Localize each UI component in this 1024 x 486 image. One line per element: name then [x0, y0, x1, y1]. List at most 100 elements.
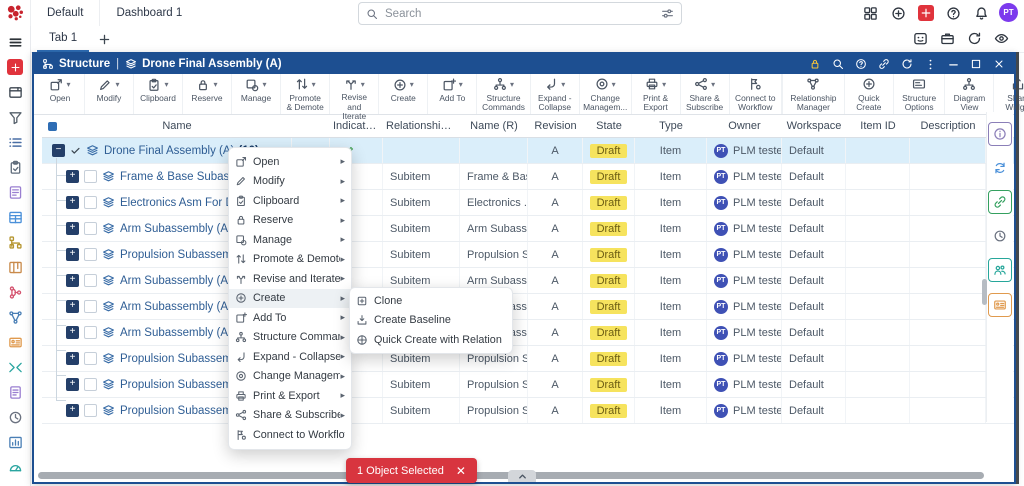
table-row[interactable]: +Propulsion Subassembly (A)(1SubitemProp…: [42, 372, 1014, 398]
context-menu-item-print-export[interactable]: Print & Export▸: [229, 386, 351, 406]
context-menu-item-clipboard[interactable]: Clipboard▸: [229, 191, 351, 211]
lock-icon[interactable]: [808, 57, 822, 71]
close-icon[interactable]: [992, 57, 1006, 71]
sync-panel-icon[interactable]: [989, 157, 1011, 179]
context-menu-item-manage[interactable]: Manage▸: [229, 230, 351, 250]
rail-revise-icon[interactable]: [4, 282, 26, 302]
briefcase-icon[interactable]: [939, 30, 956, 47]
toolbar-button-share-subscribe[interactable]: ▾Share & Subscribe: [681, 74, 730, 114]
toolbar-button-share-widget[interactable]: Share Widget: [993, 74, 1024, 114]
assistant-bot-icon[interactable]: [912, 30, 929, 47]
table-row[interactable]: +Arm Subassembly (A)(9)SubitemArm Subass…: [42, 320, 1014, 346]
table-row[interactable]: +Arm Subassembly (A)(9)SubitemArm Subass…: [42, 268, 1014, 294]
expand-toggle[interactable]: +: [66, 352, 79, 365]
filter-sliders-icon[interactable]: [661, 7, 674, 20]
toolbar-button-revise-and-iterate[interactable]: ▾Revise and Iterate: [330, 74, 379, 114]
submenu-item-quick-create-with-relation[interactable]: Quick Create with Relation: [350, 330, 512, 350]
context-menu-item-change-management[interactable]: Change Management▸: [229, 367, 351, 387]
expand-toggle[interactable]: +: [66, 326, 79, 339]
refresh-icon[interactable]: [966, 30, 983, 47]
row-checkbox[interactable]: [84, 170, 97, 183]
toolbar-button-open[interactable]: ▾Open: [36, 74, 85, 114]
expand-toggle[interactable]: +: [66, 196, 79, 209]
table-row[interactable]: +Propulsion Subassembly (A)(1SubitemProp…: [42, 242, 1014, 268]
rail-history-icon[interactable]: [4, 407, 26, 427]
more-options-icon[interactable]: [923, 57, 937, 71]
toolbar-button-clipboard[interactable]: ▾Clipboard: [134, 74, 183, 114]
toolbar-button-connect-to-workflow[interactable]: Connect to Workflow: [730, 74, 782, 114]
expand-toggle[interactable]: +: [66, 378, 79, 391]
context-menu-item-promote-demote[interactable]: Promote & Demote▸: [229, 250, 351, 270]
toolbar-button-promote-demote[interactable]: ▾Promote & Demote: [281, 74, 330, 114]
global-search[interactable]: [358, 2, 682, 25]
rail-nodes-icon[interactable]: [4, 307, 26, 327]
context-menu-item-modify[interactable]: Modify▸: [229, 172, 351, 192]
context-menu-item-share-subscribe[interactable]: Share & Subscribe▸: [229, 406, 351, 426]
table-row[interactable]: −Drone Final Assembly (A)(10)ADraftItemP…: [42, 138, 1014, 164]
row-checkbox[interactable]: [84, 326, 97, 339]
maximize-icon[interactable]: [969, 57, 983, 71]
copy-link-icon[interactable]: [877, 57, 891, 71]
window-search-icon[interactable]: [831, 57, 845, 71]
toolbar-button-expand-collapse[interactable]: ▾Expand - Collapse: [531, 74, 580, 114]
toolbar-button-create[interactable]: ▾Create: [379, 74, 428, 114]
links-panel-icon[interactable]: [988, 190, 1012, 214]
expand-toggle[interactable]: +: [66, 222, 79, 235]
notifications-icon[interactable]: [973, 5, 990, 22]
toolbar-button-structure-options[interactable]: Structure Options: [893, 74, 945, 114]
row-checkbox[interactable]: [84, 196, 97, 209]
row-checkbox[interactable]: [84, 300, 97, 313]
toolbar-button-reserve[interactable]: ▾Reserve: [183, 74, 232, 114]
rail-gauge-icon[interactable]: [4, 457, 26, 477]
nav-tab-dashboard-1[interactable]: Dashboard 1: [99, 0, 198, 26]
context-menu-item-revise-and-iterate[interactable]: Revise and Iterate▸: [229, 269, 351, 289]
expand-toggle[interactable]: +: [66, 170, 79, 183]
rail-chart-icon[interactable]: [4, 432, 26, 452]
rail-table-icon[interactable]: [4, 207, 26, 227]
toolbar-button-relationship-manager[interactable]: Relationship Manager: [782, 74, 844, 114]
rail-clipboard-icon[interactable]: [4, 157, 26, 177]
user-avatar[interactable]: PT: [999, 3, 1018, 22]
context-menu-item-add-to[interactable]: Add To▸: [229, 308, 351, 328]
toolbar-button-print-export[interactable]: ▾Print & Export: [632, 74, 681, 114]
expand-toggle[interactable]: +: [66, 404, 79, 417]
nav-tab-default[interactable]: Default: [30, 0, 99, 26]
submenu-item-clone[interactable]: Clone: [350, 291, 512, 311]
toolbar-button-manage[interactable]: ▾Manage: [232, 74, 281, 114]
table-row[interactable]: +Propulsion Subassembly (A)(1SubitemProp…: [42, 346, 1014, 372]
row-checkbox[interactable]: [84, 222, 97, 235]
add-tab-button[interactable]: [95, 30, 113, 48]
rail-list-icon[interactable]: [4, 132, 26, 152]
row-checkbox[interactable]: [84, 248, 97, 261]
help-icon[interactable]: [945, 5, 962, 22]
visibility-icon[interactable]: [993, 30, 1010, 47]
rail-document-icon[interactable]: [4, 382, 26, 402]
submenu-item-create-baseline[interactable]: Create Baseline: [350, 311, 512, 331]
rail-form-icon[interactable]: [4, 182, 26, 202]
search-input[interactable]: [383, 7, 661, 21]
app-switcher-icon[interactable]: [862, 5, 879, 22]
row-checkbox[interactable]: [84, 352, 97, 365]
row-checkbox[interactable]: [84, 404, 97, 417]
rail-filter-icon[interactable]: [4, 107, 26, 127]
expand-toggle[interactable]: +: [66, 248, 79, 261]
expand-toggle[interactable]: +: [66, 274, 79, 287]
history-panel-icon[interactable]: [989, 225, 1011, 247]
context-menu-item-open[interactable]: Open▸: [229, 152, 351, 172]
main-menu-icon[interactable]: [4, 32, 26, 52]
toolbar-button-add-to[interactable]: ▾Add To: [428, 74, 477, 114]
tab-tab-1[interactable]: Tab 1: [37, 27, 89, 52]
minimize-icon[interactable]: [946, 57, 960, 71]
context-menu-item-structure-commands[interactable]: Structure Commands▸: [229, 328, 351, 348]
table-row[interactable]: +Electronics Asm For Drone (A)SubitemEle…: [42, 190, 1014, 216]
toolbar-button-modify[interactable]: ▾Modify: [85, 74, 134, 114]
select-all-checkbox[interactable]: [48, 122, 57, 131]
context-menu-item-reserve[interactable]: Reserve▸: [229, 211, 351, 231]
toast-close-icon[interactable]: ✕: [456, 464, 466, 478]
info-panel-icon[interactable]: [988, 122, 1012, 146]
table-row[interactable]: +Arm Subassembly (A)(9)SubitemArm Subass…: [42, 216, 1014, 242]
rail-structure-icon[interactable]: [4, 232, 26, 252]
collaboration-panel-icon[interactable]: [988, 258, 1012, 282]
quick-add-icon[interactable]: [918, 5, 934, 21]
row-checkbox[interactable]: [84, 274, 97, 287]
